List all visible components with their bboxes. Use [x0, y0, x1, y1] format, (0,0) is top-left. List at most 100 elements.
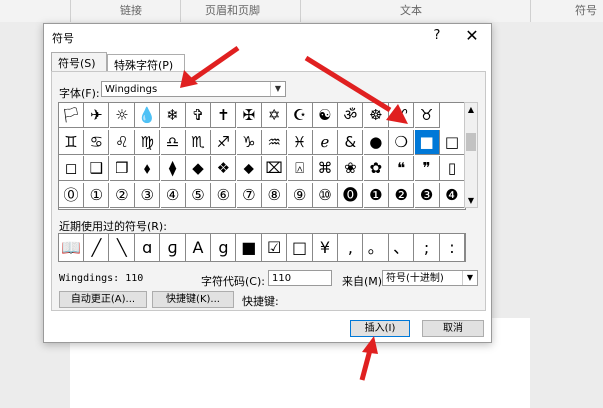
chevron-down-icon[interactable]: ▼	[462, 271, 477, 285]
symbol-cell[interactable]: ❑	[84, 156, 110, 181]
symbol-cell[interactable]: ⑤	[186, 182, 211, 208]
ribbon-separator	[530, 0, 531, 22]
recent-symbol-cell[interactable]: ¥	[313, 234, 338, 261]
shortcut-key-button[interactable]: 快捷键(K)...	[152, 291, 234, 308]
recent-symbol-cell[interactable]: ɡ	[161, 234, 186, 261]
symbol-cell[interactable]: ⧫	[160, 156, 186, 181]
font-dropdown[interactable]: Wingdings ▼	[101, 81, 286, 97]
symbol-cell[interactable]: ①	[84, 182, 110, 208]
symbol-cell[interactable]: ■	[414, 129, 440, 155]
scroll-up-icon[interactable]: ▲	[465, 105, 477, 114]
symbol-cell[interactable]: ♌	[109, 129, 135, 155]
symbol-cell[interactable]: □	[440, 129, 465, 155]
recent-symbol-cell[interactable]: ɑ	[135, 234, 161, 261]
symbol-cell[interactable]: ❹	[440, 182, 465, 208]
symbol-cell[interactable]: ④	[160, 182, 186, 208]
symbol-cell[interactable]: ✞	[186, 103, 211, 128]
symbol-cell[interactable]: ⓪	[59, 182, 84, 208]
help-button[interactable]: ?	[429, 28, 445, 43]
scroll-down-icon[interactable]: ▼	[465, 196, 477, 205]
chevron-down-icon[interactable]: ▼	[270, 82, 285, 96]
tab-symbols[interactable]: 符号(S)	[51, 52, 107, 72]
recent-symbol-cell[interactable]: 📖	[59, 234, 84, 261]
from-dropdown[interactable]: 符号(十进制) ▼	[382, 270, 478, 286]
tab-special-characters[interactable]: 特殊字符(P)	[107, 54, 185, 72]
insert-button[interactable]: 插入(I)	[350, 320, 410, 337]
symbol-cell[interactable]: ♓	[287, 129, 313, 155]
symbol-cell[interactable]: ⓿	[338, 182, 364, 208]
recent-symbol-cell[interactable]: 。	[364, 234, 389, 261]
symbol-cell[interactable]: ❝	[389, 156, 415, 181]
symbol-cell[interactable]: ❒	[109, 156, 135, 181]
symbol-cell[interactable]: ❸	[414, 182, 440, 208]
symbol-cell[interactable]: ♍	[135, 129, 161, 155]
symbol-cell[interactable]: ✠	[236, 103, 262, 128]
scrollbar-thumb[interactable]	[466, 133, 476, 151]
symbol-cell[interactable]: ♏	[186, 129, 211, 155]
symbol-cell[interactable]: ❍	[389, 129, 415, 155]
recent-symbol-cell[interactable]: □	[288, 234, 313, 261]
symbol-cell[interactable]: ◻	[59, 156, 84, 181]
symbol-cell[interactable]: ⬧	[135, 156, 161, 181]
recent-symbol-cell[interactable]: ╲	[110, 234, 135, 261]
symbol-cell[interactable]: ⑥	[211, 182, 237, 208]
symbol-cell[interactable]: ⑩	[313, 182, 338, 208]
symbol-cell[interactable]: ☯	[313, 103, 338, 128]
symbol-cell[interactable]: ②	[109, 182, 135, 208]
symbol-cell[interactable]: ✝	[211, 103, 237, 128]
recent-symbol-cell[interactable]: ☑	[262, 234, 288, 261]
recent-symbol-cell[interactable]: g	[211, 234, 237, 261]
symbol-cell[interactable]: ✡	[262, 103, 288, 128]
symbol-cell[interactable]: 🏳	[59, 103, 84, 128]
symbol-cell[interactable]: ॐ	[338, 103, 364, 128]
symbol-cell[interactable]: ⑨	[287, 182, 313, 208]
dialog-titlebar[interactable]: 符号 ? ✕	[44, 24, 491, 50]
symbol-cell[interactable]: ⬥	[236, 156, 262, 181]
symbol-cell[interactable]: ♉	[414, 103, 440, 128]
character-code-input[interactable]: 110	[268, 270, 332, 286]
symbol-cell[interactable]: ⑧	[262, 182, 288, 208]
recent-symbol-cell[interactable]: :	[440, 234, 465, 261]
symbol-cell[interactable]: ☼	[109, 103, 135, 128]
symbol-cell[interactable]: ❞	[414, 156, 440, 181]
symbol-cell[interactable]: ❶	[363, 182, 389, 208]
recent-symbol-cell[interactable]: ■	[237, 234, 262, 261]
symbol-cell[interactable]: ♑	[236, 129, 262, 155]
recent-symbol-cell[interactable]: ;	[415, 234, 440, 261]
symbol-cell[interactable]: ♒	[262, 129, 288, 155]
symbol-grid: 🏳 ✈ ☼ 💧 ❄ ✞ ✝ ✠ ✡ ☪ ☯ ॐ ☸ ♈ ♉ ♊ ♋ ♌ ♍ ♎ ♏ ♐ ♑ ♒ ♓ ℯ & ● ❍ ■ □ ◻ ❑ ❒ ⬧ ⧫ ◆ ❖ ⬥ ⌧…	[58, 102, 466, 210]
recent-symbol-cell[interactable]: 、	[389, 234, 415, 261]
symbol-cell[interactable]: 💧	[135, 103, 161, 128]
symbol-cell[interactable]: ☪	[287, 103, 313, 128]
symbol-cell[interactable]: ✿	[363, 156, 389, 181]
recent-symbol-cell[interactable]: ╱	[84, 234, 110, 261]
symbol-cell[interactable]: ▯	[440, 156, 465, 181]
symbol-cell[interactable]: ③	[135, 182, 161, 208]
symbol-cell[interactable]: ❀	[338, 156, 364, 181]
symbol-cell[interactable]: ℯ	[313, 129, 338, 155]
symbol-cell[interactable]: ♊	[59, 129, 84, 155]
symbol-cell[interactable]: &	[338, 129, 364, 155]
symbol-cell[interactable]: ✈	[84, 103, 110, 128]
symbol-cell[interactable]: ⌘	[313, 156, 338, 181]
symbol-cell[interactable]: ♈	[389, 103, 415, 128]
symbol-cell[interactable]: ●	[363, 129, 389, 155]
symbol-cell[interactable]: ⍓	[287, 156, 313, 181]
symbol-cell[interactable]: ♋	[84, 129, 110, 155]
close-button[interactable]: ✕	[462, 26, 482, 45]
symbol-cell[interactable]: ❄	[160, 103, 186, 128]
symbol-cell[interactable]: ♐	[211, 129, 237, 155]
cancel-button[interactable]: 取消	[422, 320, 484, 337]
symbol-cell[interactable]: ♎	[160, 129, 186, 155]
autocorrect-button[interactable]: 自动更正(A)...	[59, 291, 147, 308]
symbol-cell[interactable]: ☸	[363, 103, 389, 128]
symbol-cell[interactable]: ❖	[211, 156, 237, 181]
font-label: 字体(F):	[59, 87, 100, 100]
symbol-cell[interactable]: ⑦	[236, 182, 262, 208]
symbol-cell[interactable]: ◆	[186, 156, 211, 181]
recent-symbol-cell[interactable]: ,	[338, 234, 364, 261]
recent-symbol-cell[interactable]: A	[186, 234, 211, 261]
symbol-grid-scrollbar[interactable]: ▲ ▼	[464, 102, 478, 208]
symbol-cell[interactable]: ⌧	[262, 156, 288, 181]
symbol-cell[interactable]: ❷	[389, 182, 415, 208]
